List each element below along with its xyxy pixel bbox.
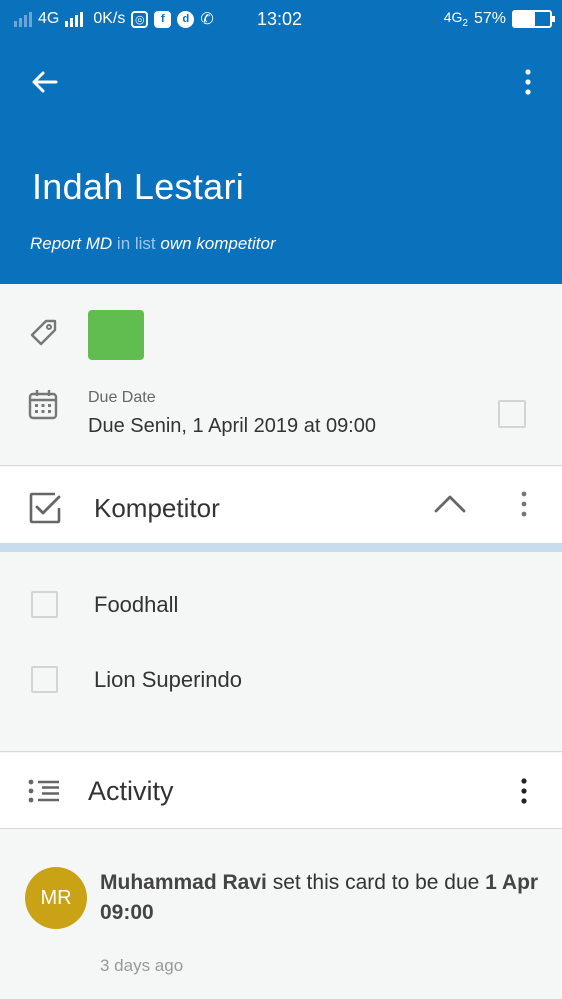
network-right-icon: 4G2 bbox=[443, 9, 468, 29]
status-bar-left: 4G 0K/s ◎ f d ✆ bbox=[14, 0, 214, 38]
activity-entry-text: Muhammad Ravi set this card to be due 1 … bbox=[100, 868, 550, 928]
overflow-menu-button[interactable] bbox=[516, 64, 540, 100]
card-details-section: Due Date Due Senin, 1 April 2019 at 09:0… bbox=[0, 284, 562, 466]
checklist-progress-bar bbox=[0, 543, 562, 552]
card-location: Report MD in list own kompetitor bbox=[30, 234, 276, 254]
status-bar: 4G 0K/s ◎ f d ✆ 13:02 4G2 57% bbox=[0, 0, 562, 38]
checklist-header: Kompetitor bbox=[0, 467, 562, 543]
checklist-item-checkbox[interactable] bbox=[31, 666, 58, 693]
due-date-label: Due Date bbox=[88, 389, 156, 406]
activity-due-date: 1 Apr bbox=[485, 871, 539, 894]
more-vert-icon bbox=[525, 69, 531, 95]
chevron-up-icon bbox=[434, 495, 466, 513]
activity-list-icon bbox=[28, 779, 59, 803]
checklist-item-checkbox[interactable] bbox=[31, 591, 58, 618]
activity-menu-button[interactable] bbox=[512, 775, 536, 807]
activity-action: set this card to be due bbox=[266, 871, 486, 894]
activity-user[interactable]: Muhammad Ravi bbox=[100, 871, 267, 894]
battery-percent: 57% bbox=[473, 10, 506, 27]
in-list-text: in list bbox=[112, 234, 161, 253]
activity-timestamp: 3 days ago bbox=[100, 956, 184, 975]
checklist-item-text[interactable]: Foodhall bbox=[94, 592, 178, 618]
calendar-icon bbox=[28, 390, 58, 420]
collapse-checklist-button[interactable] bbox=[432, 489, 468, 519]
list-link[interactable]: own kompetitor bbox=[160, 234, 275, 253]
tag-icon bbox=[30, 319, 57, 346]
status-bar-right: 4G2 57% bbox=[443, 0, 555, 38]
checklist-icon bbox=[29, 492, 61, 524]
battery-icon bbox=[512, 10, 555, 28]
network-speed: 0K/s bbox=[93, 10, 126, 27]
instagram-icon: ◎ bbox=[131, 10, 149, 28]
checklist-items: Foodhall Lion Superindo bbox=[0, 552, 562, 752]
checklist-item[interactable]: Lion Superindo bbox=[0, 649, 562, 709]
due-date-value[interactable]: Due Senin, 1 April 2019 at 09:00 bbox=[88, 415, 376, 438]
more-vert-icon bbox=[521, 778, 527, 804]
dana-icon: d bbox=[177, 10, 195, 28]
checklist-item[interactable]: Foodhall bbox=[0, 574, 562, 634]
activity-title: Activity bbox=[88, 776, 174, 806]
checklist-menu-button[interactable] bbox=[512, 489, 536, 519]
arrow-left-icon bbox=[32, 71, 58, 93]
card-title[interactable]: Indah Lestari bbox=[32, 166, 244, 208]
avatar[interactable]: MR bbox=[25, 867, 87, 929]
card-header: Indah Lestari Report MD in list own komp… bbox=[0, 38, 562, 284]
board-link[interactable]: Report MD bbox=[30, 234, 112, 253]
network-type: 4G bbox=[38, 10, 60, 27]
status-time: 13:02 bbox=[257, 9, 303, 29]
checklist-title[interactable]: Kompetitor bbox=[94, 493, 220, 524]
more-vert-icon bbox=[521, 491, 527, 517]
signal-strength-icon bbox=[65, 11, 84, 27]
activity-header: Activity bbox=[0, 753, 562, 829]
due-complete-checkbox[interactable] bbox=[498, 400, 526, 428]
back-button[interactable] bbox=[24, 64, 64, 100]
checklist-item-text[interactable]: Lion Superindo bbox=[94, 667, 242, 693]
activity-due-time: 09:00 bbox=[100, 901, 154, 924]
label-chip-green[interactable] bbox=[88, 310, 144, 360]
signal-icon bbox=[14, 11, 32, 27]
facebook-icon: f bbox=[154, 10, 172, 28]
activity-feed: MR Muhammad Ravi set this card to be due… bbox=[0, 830, 562, 999]
missed-call-icon: ✆ bbox=[200, 11, 214, 28]
